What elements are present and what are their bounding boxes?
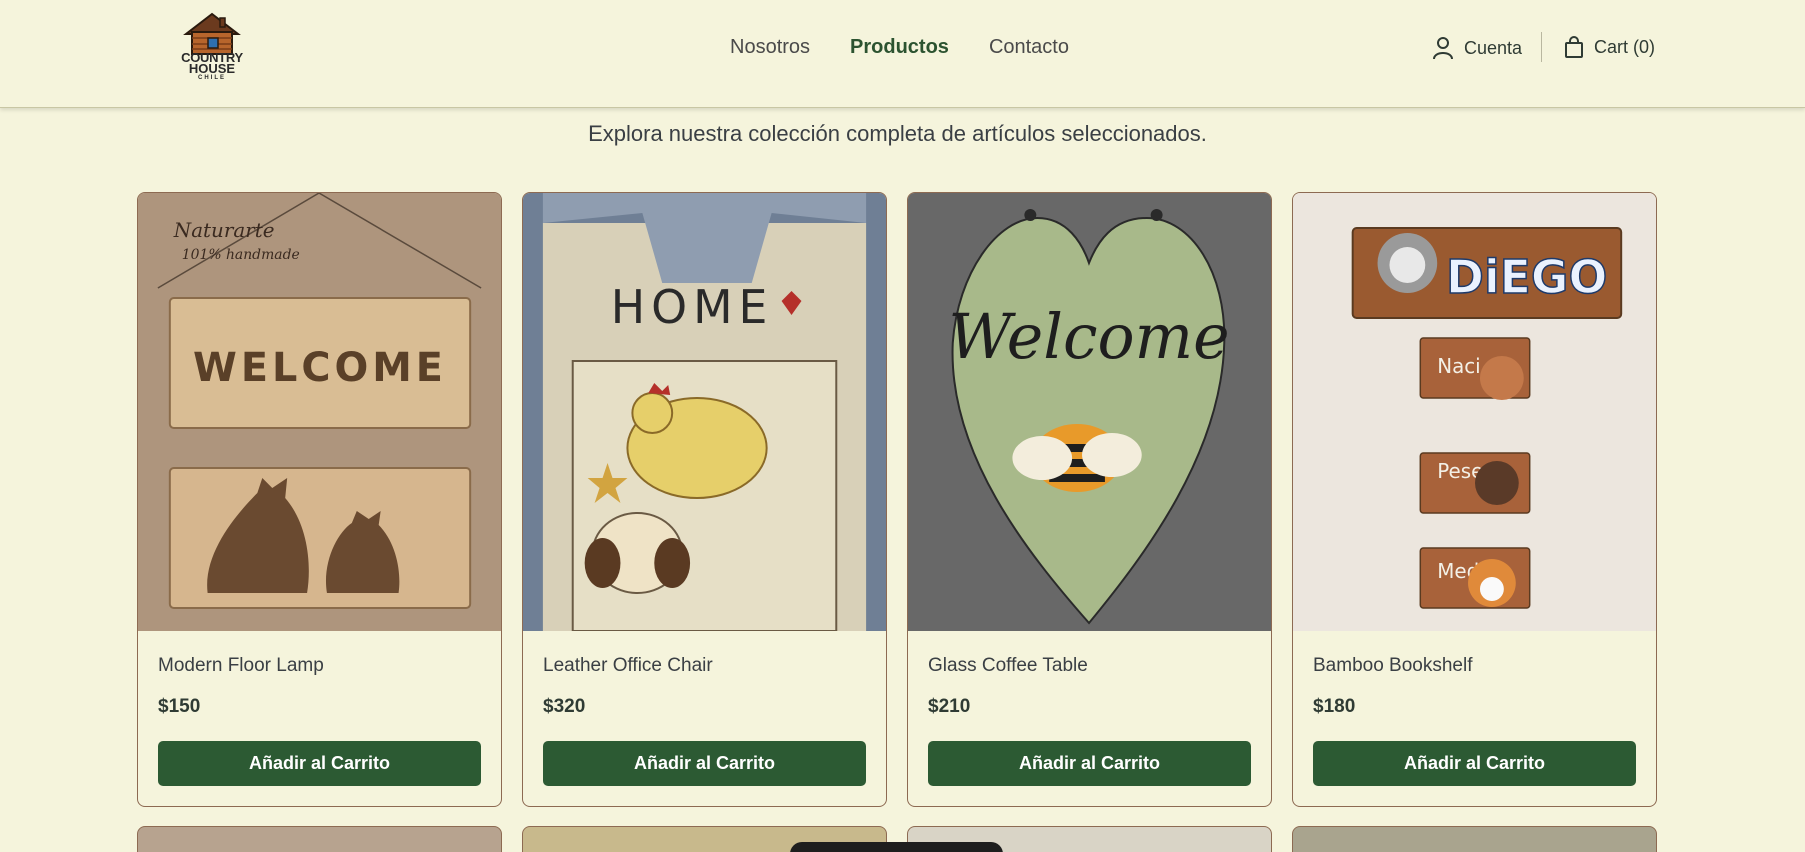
user-icon bbox=[1433, 37, 1453, 60]
main-nav: Nosotros Productos Contacto bbox=[730, 36, 1069, 59]
product-name: Glass Coffee Table bbox=[928, 655, 1088, 676]
product-price: $320 bbox=[543, 696, 586, 717]
product-image[interactable]: HOME bbox=[523, 193, 886, 631]
cart-link[interactable]: Cart (0) bbox=[1564, 36, 1655, 58]
brand-logo[interactable]: COUNTRY HOUSE CHILE bbox=[174, 12, 250, 88]
add-to-cart-button[interactable]: Añadir al Carrito bbox=[543, 741, 866, 786]
product-image[interactable]: Naturarte 101% handmade WELCOME bbox=[138, 193, 501, 631]
add-to-cart-button[interactable]: Añadir al Carrito bbox=[158, 741, 481, 786]
product-name: Modern Floor Lamp bbox=[158, 655, 324, 676]
sign-text-2: Naci bbox=[1437, 354, 1481, 378]
product-name: Leather Office Chair bbox=[543, 655, 713, 676]
add-to-cart-button[interactable]: Añadir al Carrito bbox=[1313, 741, 1636, 786]
product-image[interactable]: Welcome bbox=[908, 193, 1271, 631]
product-card: HOME Leather Office Chair $320 Añadir al… bbox=[522, 192, 887, 807]
account-label: Cuenta bbox=[1464, 37, 1523, 58]
brand-wordmark: COUNTRY HOUSE CHILE bbox=[174, 51, 250, 82]
product-grid: Naturarte 101% handmade WELCOME Modern F… bbox=[137, 192, 1657, 807]
sign-text-1: DiEGO bbox=[1446, 250, 1607, 304]
sign-text-1: Welcome bbox=[948, 301, 1229, 373]
product-card-partial[interactable] bbox=[1292, 826, 1657, 852]
sign-text-3: WELCOME bbox=[193, 345, 447, 391]
nav-item-contacto[interactable]: Contacto bbox=[989, 36, 1069, 59]
nav-item-nosotros[interactable]: Nosotros bbox=[730, 36, 810, 59]
header-divider bbox=[1541, 32, 1542, 62]
sign-text-1: Naturarte bbox=[173, 218, 275, 242]
product-card: Naturarte 101% handmade WELCOME Modern F… bbox=[137, 192, 502, 807]
site-header: COUNTRY HOUSE CHILE Nosotros Productos C… bbox=[0, 0, 1805, 108]
product-card-partial[interactable] bbox=[137, 826, 502, 852]
shopping-bag-icon bbox=[1565, 36, 1583, 58]
product-image[interactable]: DiEGO Naci Pese Medi bbox=[1293, 193, 1656, 631]
floating-toolbar[interactable] bbox=[790, 842, 1003, 852]
brand-line-3: CHILE bbox=[198, 75, 226, 81]
product-price: $150 bbox=[158, 696, 201, 717]
add-to-cart-button[interactable]: Añadir al Carrito bbox=[928, 741, 1251, 786]
product-card: Welcome Glass Coffee Table $210 Añadir a… bbox=[907, 192, 1272, 807]
sign-text-1: HOME bbox=[611, 280, 774, 334]
product-price: $210 bbox=[928, 696, 971, 717]
product-price: $180 bbox=[1313, 696, 1356, 717]
sign-text-2: 101% handmade bbox=[182, 247, 300, 263]
cart-label: Cart (0) bbox=[1594, 36, 1656, 57]
catalog-intro: Explora nuestra colección completa de ar… bbox=[588, 121, 1207, 146]
product-name: Bamboo Bookshelf bbox=[1313, 655, 1473, 676]
account-link[interactable]: Cuenta bbox=[1432, 36, 1522, 60]
nav-item-productos[interactable]: Productos bbox=[850, 36, 949, 59]
product-card: DiEGO Naci Pese Medi Bamboo Bookshelf $1… bbox=[1292, 192, 1657, 807]
